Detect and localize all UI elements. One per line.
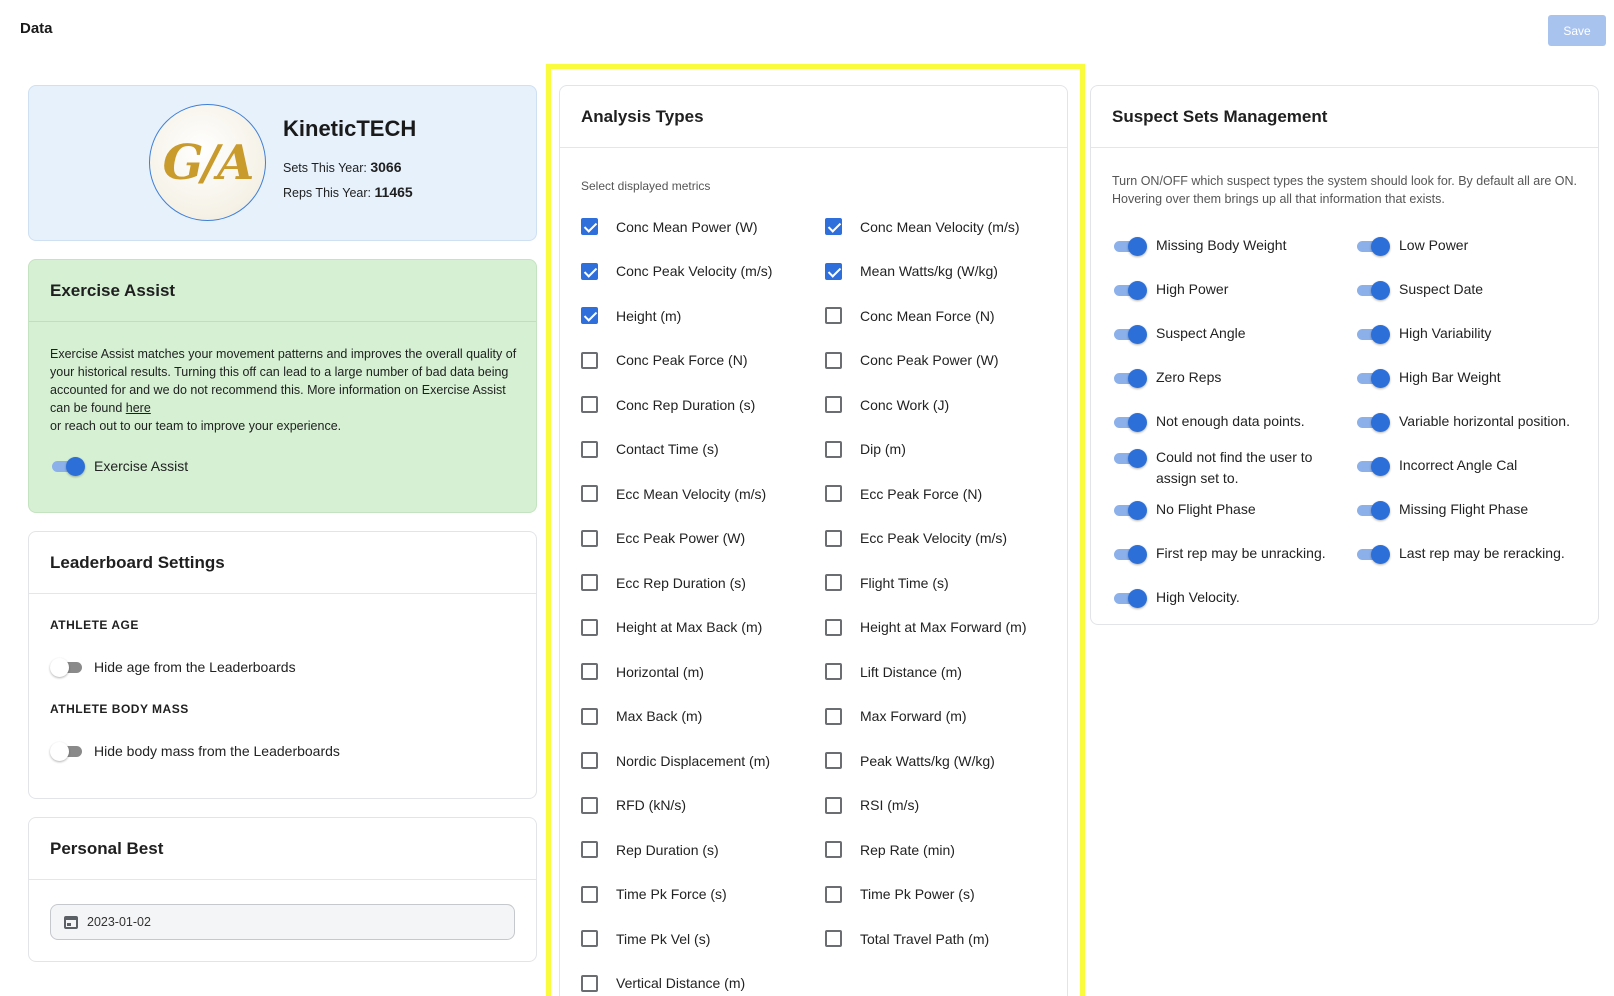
hide-age-row: Hide age from the Leaderboards [50,657,296,677]
suspect-type-row: High Bar Weight [1355,367,1584,388]
analysis-highlight-frame [546,64,1085,996]
hide-body-mass-row: Hide body mass from the Leaderboards [50,741,340,761]
calendar-icon[interactable] [63,914,79,930]
suspect-type-toggle[interactable] [1355,368,1390,388]
suspect-type-toggle[interactable] [1355,280,1390,300]
suspect-type-label: Incorrect Angle Cal [1399,457,1518,473]
personal-best-date-value: 2023-01-02 [87,915,151,929]
suspect-type-label: First rep may be unracking. [1156,545,1326,561]
suspect-type-label: No Flight Phase [1156,501,1256,517]
suspect-type-toggle[interactable] [1112,448,1147,468]
suspect-sets-title: Suspect Sets Management [1091,86,1598,148]
hide-age-label: Hide age from the Leaderboards [94,659,296,675]
suspect-type-label: Missing Flight Phase [1399,501,1529,517]
suspect-type-row: Suspect Angle [1112,323,1331,344]
save-button[interactable]: Save [1548,15,1606,46]
suspect-sets-description: Turn ON/OFF which suspect types the syst… [1112,174,1578,206]
suspect-type-label: Low Power [1399,237,1469,253]
suspect-type-row: Last rep may be reracking. [1355,543,1584,564]
suspect-type-row: High Power [1112,279,1331,300]
suspect-type-label: Missing Body Weight [1156,237,1287,253]
suspect-type-label: High Velocity. [1156,589,1240,605]
leaderboard-settings-title: Leaderboard Settings [29,532,536,594]
exercise-assist-toggle-row: Exercise Assist [50,456,188,476]
suspect-type-label: High Power [1156,281,1229,297]
suspect-type-toggle[interactable] [1112,324,1147,344]
suspect-type-row: Missing Body Weight [1112,235,1331,256]
exercise-assist-toggle[interactable] [50,456,85,476]
sets-this-year: Sets This Year: 3066 [283,159,402,175]
suspect-type-row: Variable horizontal position. [1355,411,1584,432]
suspect-type-toggle[interactable] [1112,588,1147,608]
suspect-type-toggle[interactable] [1355,456,1390,476]
hide-age-toggle[interactable] [50,657,84,677]
suspect-type-label: High Variability [1399,325,1492,341]
reps-value: 11465 [374,184,413,200]
profile-card: G/A KineticTECH Sets This Year: 3066 Rep… [28,85,537,241]
suspect-type-label: Variable horizontal position. [1399,413,1570,429]
team-logo: G/A [149,104,266,221]
reps-this-year: Reps This Year: 11465 [283,184,413,200]
hide-body-mass-label: Hide body mass from the Leaderboards [94,743,340,759]
leaderboard-settings-card: Leaderboard Settings ATHLETE AGE Hide ag… [28,531,537,799]
suspect-type-row: Zero Reps [1112,367,1331,388]
assist-description-end: or reach out to our team to improve your… [50,419,342,433]
suspect-type-row: No Flight Phase [1112,499,1331,520]
suspect-type-toggle[interactable] [1112,236,1147,256]
suspect-type-toggle[interactable] [1355,236,1390,256]
suspect-type-label: Zero Reps [1156,369,1222,385]
exercise-assist-description: Exercise Assist matches your movement pa… [50,345,520,435]
suspect-type-row: Low Power [1355,235,1584,256]
suspect-type-row: Not enough data points. [1112,411,1331,432]
personal-best-title: Personal Best [29,818,536,880]
suspect-type-row: High Variability [1355,323,1584,344]
suspect-type-toggle[interactable] [1112,280,1147,300]
reps-label: Reps This Year: [283,186,372,200]
personal-best-card: Personal Best 2023-01-02 [28,817,537,962]
suspect-type-row: Missing Flight Phase [1355,499,1584,520]
suspect-type-label: Not enough data points. [1156,413,1305,429]
suspect-type-toggle[interactable] [1355,412,1390,432]
exercise-assist-toggle-label: Exercise Assist [94,458,189,474]
suspect-type-toggle[interactable] [1355,324,1390,344]
personal-best-date-input[interactable]: 2023-01-02 [50,904,515,940]
team-logo-text: G/A [162,134,255,191]
suspect-sets-card: Suspect Sets Management Turn ON/OFF whic… [1090,85,1599,625]
suspect-type-toggle[interactable] [1112,544,1147,564]
suspect-type-row: First rep may be unracking. [1112,543,1331,564]
suspect-type-toggle[interactable] [1112,368,1147,388]
athlete-age-label: ATHLETE AGE [50,618,139,632]
page-title: Data [20,20,53,37]
suspect-type-row: Suspect Date [1355,279,1584,300]
suspect-type-label: Last rep may be reracking. [1399,545,1565,561]
suspect-type-toggle[interactable] [1112,500,1147,520]
assist-description-text: Exercise Assist matches your movement pa… [50,347,517,415]
suspect-type-row: Could not find the user to assign set to… [1112,447,1331,489]
hide-body-mass-toggle[interactable] [50,741,84,761]
suspect-type-toggle[interactable] [1355,500,1390,520]
suspect-type-label: Suspect Angle [1156,325,1246,341]
athlete-body-mass-label: ATHLETE BODY MASS [50,702,189,716]
suspect-type-label: Could not find the user to assign set to… [1156,449,1313,486]
suspect-type-toggle[interactable] [1355,544,1390,564]
suspect-type-toggle[interactable] [1112,412,1147,432]
profile-name: KineticTECH [283,116,417,141]
sets-label: Sets This Year: [283,161,367,175]
suspect-type-row: High Velocity. [1112,587,1331,608]
suspect-type-label: Suspect Date [1399,281,1484,297]
exercise-assist-title: Exercise Assist [29,260,536,322]
exercise-assist-card: Exercise Assist Exercise Assist matches … [28,259,537,513]
suspect-type-label: High Bar Weight [1399,369,1501,385]
sets-value: 3066 [370,159,402,175]
suspect-type-row: Incorrect Angle Cal [1355,455,1584,476]
assist-more-info-link[interactable]: here [126,401,151,415]
